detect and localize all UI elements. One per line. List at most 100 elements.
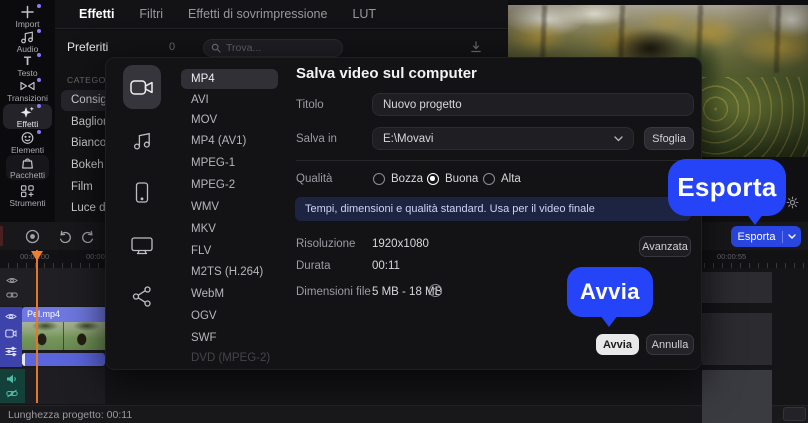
speaker-icon[interactable]: [6, 374, 18, 384]
music-note-icon: [0, 30, 55, 44]
redo-icon[interactable]: [81, 230, 95, 243]
sidebar-item-transizioni[interactable]: Transizioni: [0, 78, 55, 103]
dest-mobile[interactable]: [134, 182, 150, 203]
app-window: Import Audio T Testo Transizioni Effetti…: [0, 0, 808, 423]
clip-audio-bar[interactable]: [22, 353, 105, 366]
start-button[interactable]: Avvia: [596, 334, 639, 355]
sidebar-item-effetti[interactable]: Effetti: [3, 104, 52, 129]
radio-bozza-label[interactable]: Bozza: [391, 173, 423, 185]
playhead-handle[interactable]: [31, 251, 43, 261]
ruler-label-next: 00:00: [86, 252, 105, 261]
music-note-icon: [132, 131, 152, 151]
search-icon: [211, 43, 221, 53]
format-m2ts[interactable]: M2TS (H.264): [191, 266, 263, 278]
bag-icon: [6, 156, 49, 170]
dest-audio[interactable]: [132, 131, 152, 151]
record-icon[interactable]: [25, 229, 40, 244]
sliders-icon[interactable]: [5, 346, 17, 357]
esporta-callout-text: Esporta: [677, 172, 777, 203]
help-icon[interactable]: ?: [429, 284, 442, 297]
radio-alta[interactable]: [483, 173, 495, 185]
chevron-down-icon[interactable]: [783, 234, 801, 239]
search-input[interactable]: Trova...: [203, 39, 343, 57]
chevron-down-icon: [614, 136, 623, 142]
sidebar-item-testo[interactable]: T Testo: [0, 53, 55, 78]
dest-computer-selected[interactable]: [123, 65, 161, 109]
format-mov[interactable]: MOV: [191, 114, 217, 126]
sidebar-item-elementi[interactable]: Elementi: [0, 130, 55, 155]
title-label: Titolo: [296, 99, 324, 111]
save-in-label: Salva in: [296, 133, 337, 145]
format-mp4av1[interactable]: MP4 (AV1): [191, 135, 246, 147]
undo-icon[interactable]: [58, 230, 72, 243]
sidebar-item-strumenti[interactable]: Strumenti: [0, 183, 55, 208]
quality-info-banner: Tempi, dimensioni e qualità standard. Us…: [295, 197, 691, 221]
format-mkv[interactable]: MKV: [191, 223, 216, 235]
camera-icon[interactable]: [5, 329, 17, 338]
tab-sovrimpressione[interactable]: Effetti di sovrimpressione: [182, 7, 333, 21]
text-icon: T: [0, 54, 55, 68]
notification-dot: [37, 53, 41, 57]
share-icon: [132, 286, 152, 307]
sidebar-item-pacchetti[interactable]: Pacchetti: [6, 155, 49, 180]
save-path-value: E:\Movavi: [383, 133, 614, 145]
download-icon[interactable]: [470, 41, 482, 53]
duration-value: 00:11: [372, 260, 400, 272]
avvia-callout-tail: [600, 315, 618, 327]
format-webm[interactable]: WebM: [191, 288, 224, 300]
right-ruler-ticks: [704, 263, 804, 268]
format-mpeg2[interactable]: MPEG-2: [191, 179, 235, 191]
meter-toggle[interactable]: [783, 407, 806, 421]
category-film[interactable]: Film: [71, 181, 93, 193]
gear-icon[interactable]: [786, 196, 799, 209]
unlink-icon[interactable]: [6, 389, 18, 398]
title-value: Nuovo progetto: [383, 99, 462, 111]
playhead-line[interactable]: [36, 250, 38, 403]
filesize-label: Dimensioni file: [296, 286, 371, 298]
cancel-button[interactable]: Annulla: [646, 334, 694, 355]
clip-title-bar[interactable]: Pel.mp4: [22, 307, 105, 322]
format-mpeg1[interactable]: MPEG-1: [191, 157, 235, 169]
browse-button[interactable]: Sfoglia: [644, 127, 694, 150]
title-input[interactable]: Nuovo progetto: [372, 93, 694, 116]
category-bokeh[interactable]: Bokeh: [71, 159, 104, 171]
esporta-callout-tail: [746, 213, 764, 225]
notification-dot: [37, 29, 41, 33]
eye-icon[interactable]: [6, 276, 18, 285]
clip-thumbnails[interactable]: [22, 322, 105, 350]
dest-tv[interactable]: [131, 236, 153, 255]
format-wmv[interactable]: WMV: [191, 201, 219, 213]
favorites-count: 0: [169, 41, 175, 53]
plus-icon: [0, 5, 55, 19]
radio-bozza[interactable]: [373, 173, 385, 185]
format-mp4[interactable]: MP4: [191, 73, 215, 85]
format-dvd[interactable]: DVD (MPEG-2): [191, 352, 270, 364]
tab-lut[interactable]: LUT: [346, 7, 382, 21]
advanced-button[interactable]: Avanzata: [639, 236, 691, 257]
eye-icon[interactable]: [5, 312, 17, 321]
tab-effetti[interactable]: Effetti: [73, 7, 120, 21]
track-3-right-block: [702, 370, 772, 423]
tab-filtri[interactable]: Filtri: [133, 7, 169, 21]
dest-share[interactable]: [132, 286, 152, 307]
radio-buona-label[interactable]: Buona: [445, 173, 478, 185]
start-label: Avvia: [603, 339, 632, 351]
sparkle-icon: [3, 105, 52, 119]
radio-alta-label[interactable]: Alta: [501, 173, 521, 185]
format-swf[interactable]: SWF: [191, 332, 217, 344]
format-flv[interactable]: FLV: [191, 245, 211, 257]
clip-name: Pel.mp4: [27, 309, 60, 319]
status-bar: Lunghezza progetto: 00:11: [0, 405, 808, 423]
sidebar-item-import[interactable]: Import: [0, 4, 55, 29]
notification-dot: [37, 78, 41, 82]
link-icon[interactable]: [6, 291, 18, 299]
radio-buona[interactable]: [427, 173, 439, 185]
format-ogv[interactable]: OGV: [191, 310, 217, 322]
favorites-label[interactable]: Preferiti: [67, 40, 108, 54]
project-length: Lunghezza progetto: 00:11: [8, 409, 132, 421]
sidebar-item-audio[interactable]: Audio: [0, 29, 55, 54]
format-avi[interactable]: AVI: [191, 94, 209, 106]
effects-tab-bar: Effetti Filtri Effetti di sovrimpression…: [55, 0, 508, 29]
export-button[interactable]: Esporta: [731, 226, 801, 247]
save-path-dropdown[interactable]: E:\Movavi: [372, 127, 634, 150]
